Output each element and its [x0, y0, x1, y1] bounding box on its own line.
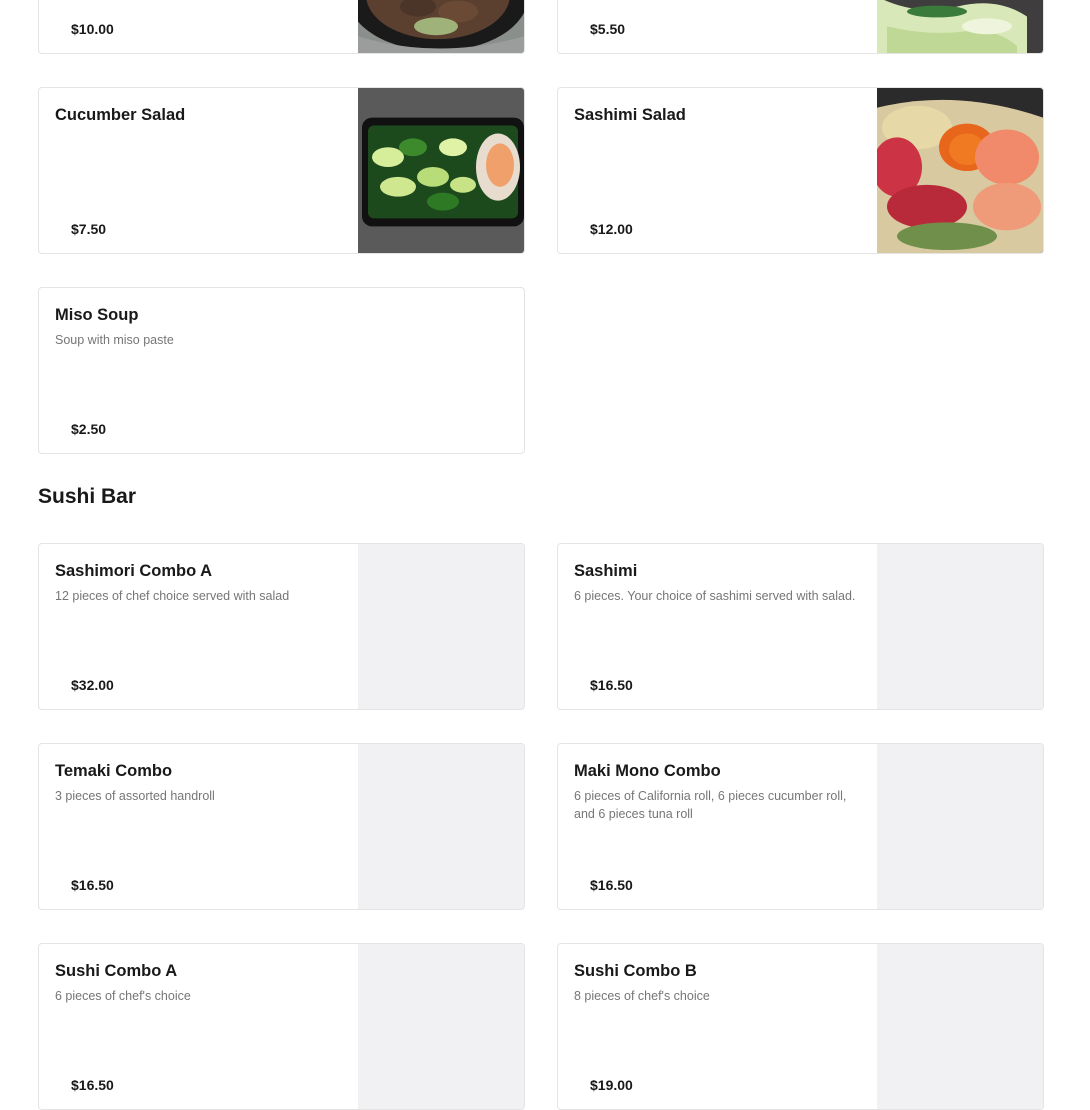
item-price: $5.50: [590, 21, 626, 37]
item-name: Temaki Combo: [55, 762, 173, 780]
item-name: Sushi Combo B: [574, 962, 697, 980]
cucumber-salad-photo: [358, 88, 524, 253]
item-name: Sashimi: [574, 562, 638, 580]
menu-item-card[interactable]: Cucumber Salad $7.50: [38, 87, 525, 254]
sashimi-salad-photo: [877, 88, 1043, 253]
menu-item-card[interactable]: Sushi Combo B 8 pieces of chef's choice …: [557, 943, 1044, 1110]
item-description: 6 pieces of chef's choice: [55, 989, 191, 1003]
item-description: 6 pieces of California roll, 6 pieces cu…: [574, 789, 847, 821]
item-price: $19.00: [590, 1077, 633, 1093]
item-price: $10.00: [71, 21, 114, 37]
image-placeholder: [358, 744, 524, 909]
item-price: $2.50: [71, 421, 107, 437]
item-price: $12.00: [590, 221, 633, 237]
item-name: Sushi Combo A: [55, 962, 178, 980]
section-title: Sushi Bar: [38, 485, 137, 508]
item-description: 12 pieces of chef choice served with sal…: [55, 589, 290, 603]
menu-item-card[interactable]: $10.00: [38, 0, 525, 54]
menu-item-card[interactable]: Temaki Combo 3 pieces of assorted handro…: [38, 743, 525, 910]
item-description: 8 pieces of chef's choice: [574, 989, 710, 1003]
menu-item-card[interactable]: Sashimi Salad $12.00: [557, 87, 1044, 254]
image-placeholder: [358, 944, 524, 1109]
salad-photo: [877, 0, 1043, 53]
item-name: Sashimi Salad: [574, 106, 686, 124]
menu-item-card[interactable]: Sushi Combo A 6 pieces of chef's choice …: [38, 943, 525, 1110]
menu-item-card[interactable]: Sashimori Combo A 12 pieces of chef choi…: [38, 543, 525, 710]
image-placeholder: [877, 544, 1043, 709]
image-placeholder: [358, 544, 524, 709]
image-placeholder: [877, 744, 1043, 909]
item-price: $16.50: [71, 877, 114, 893]
item-price: $7.50: [71, 221, 107, 237]
item-description: Soup with miso paste: [55, 333, 174, 347]
item-price: $16.50: [590, 677, 633, 693]
item-description: 6 pieces. Your choice of sashimi served …: [574, 589, 856, 603]
image-placeholder: [877, 944, 1043, 1109]
item-name: Sashimori Combo A: [55, 562, 213, 580]
menu-item-card[interactable]: Maki Mono Combo 6 pieces of California r…: [557, 743, 1044, 910]
soup-bowl-photo: [358, 0, 524, 53]
item-price: $32.00: [71, 677, 114, 693]
item-description: 3 pieces of assorted handroll: [55, 789, 215, 803]
item-name: Miso Soup: [55, 306, 139, 324]
item-name: Maki Mono Combo: [574, 762, 721, 780]
item-name: Cucumber Salad: [55, 106, 186, 124]
item-price: $16.50: [590, 877, 633, 893]
menu-item-card[interactable]: $5.50: [557, 0, 1044, 54]
menu-item-card[interactable]: Sashimi 6 pieces. Your choice of sashimi…: [557, 543, 1044, 710]
item-price: $16.50: [71, 1077, 114, 1093]
menu-item-card[interactable]: Miso Soup Soup with miso paste $2.50: [38, 287, 525, 454]
